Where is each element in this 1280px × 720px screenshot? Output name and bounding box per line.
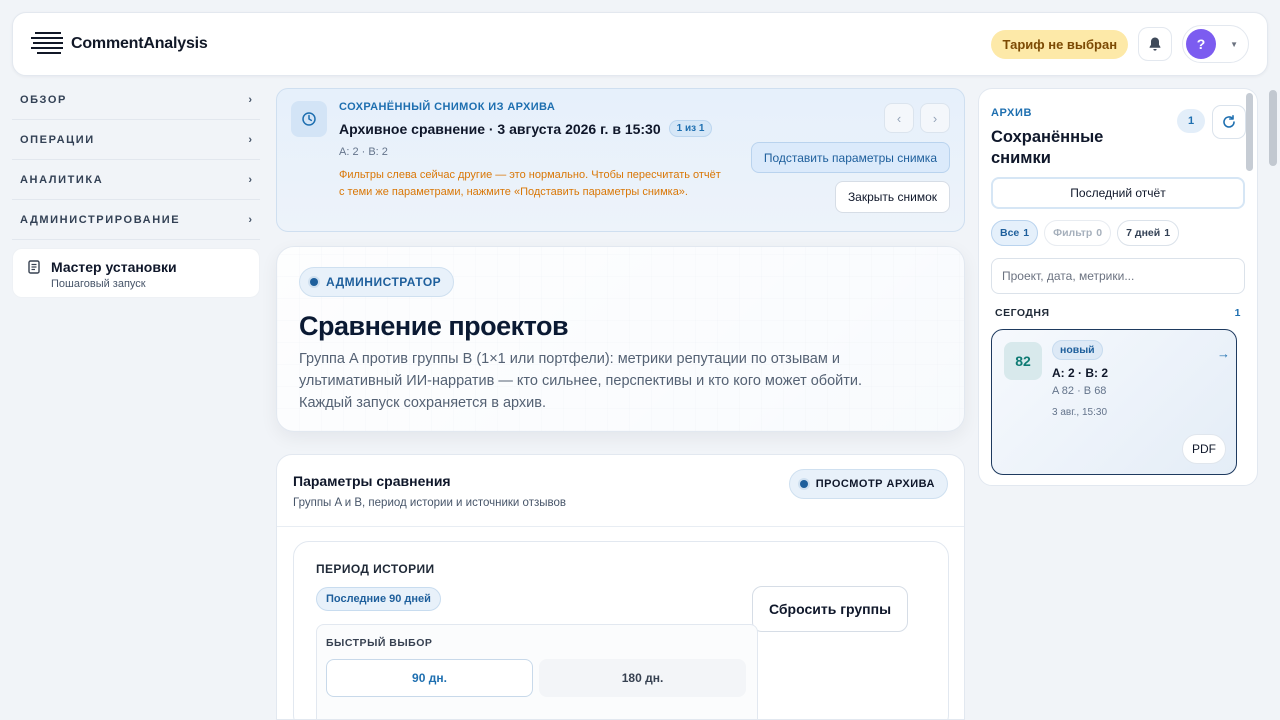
- new-badge: новый: [1052, 340, 1103, 360]
- chip-label: Все: [1000, 227, 1020, 239]
- snapshot-list-item[interactable]: 82 новый A: 2 · B: 2 A 82 · B 68 3 авг.,…: [991, 329, 1237, 475]
- close-snapshot-button[interactable]: Закрыть снимок: [834, 181, 950, 213]
- filter-chip-all[interactable]: Все 1: [991, 220, 1039, 246]
- hero-card: АДМИНИСТРАТОР Сравнение проектов Группа …: [276, 246, 965, 432]
- sidebar-item-label: АНАЛИТИКА: [20, 173, 104, 186]
- sidebar-item-administration[interactable]: АДМИНИСТРИРОВАНИЕ ›: [12, 200, 260, 240]
- filter-chip-filter[interactable]: Фильтр 0: [1044, 220, 1112, 246]
- archive-search-input[interactable]: [991, 258, 1245, 294]
- reset-groups-button[interactable]: Сбросить группы: [752, 586, 908, 632]
- snapshot-title: Архивное сравнение · 3 августа 2026 г. в…: [339, 120, 661, 137]
- logo[interactable]: CommentAnalysis: [31, 30, 208, 58]
- page-scrollbar[interactable]: [1269, 90, 1277, 166]
- archive-scrollbar[interactable]: [1246, 93, 1253, 171]
- chevron-down-icon: ▼: [1230, 39, 1238, 49]
- chip-label: Фильтр: [1053, 227, 1093, 239]
- comparison-params-card: Параметры сравнения Группы A и B, период…: [276, 454, 965, 720]
- period-value-badge: Последние 90 дней: [316, 587, 441, 611]
- snapshot-next-button[interactable]: ›: [920, 103, 950, 133]
- document-icon: [28, 260, 40, 274]
- snapshot-banner: СОХРАНЁННЫЙ СНИМОК ИЗ АРХИВА Архивное ср…: [276, 88, 965, 232]
- snapshot-prev-button[interactable]: ‹: [884, 103, 914, 133]
- setup-wizard-link[interactable]: Мастер установки Пошаговый запуск: [12, 248, 260, 298]
- sidebar-item-operations[interactable]: ОПЕРАЦИИ ›: [12, 120, 260, 160]
- chip-count: 1: [1164, 227, 1171, 239]
- refresh-button[interactable]: [1212, 105, 1246, 139]
- snapshot-kicker: СОХРАНЁННЫЙ СНИМОК ИЗ АРХИВА: [339, 101, 556, 113]
- today-group-header: СЕГОДНЯ 1: [995, 307, 1241, 319]
- role-label: АДМИНИСТРАТОР: [326, 275, 442, 289]
- today-count: 1: [1234, 307, 1241, 319]
- chip-count: 1: [1023, 227, 1030, 239]
- arrow-right-icon[interactable]: →: [1217, 346, 1230, 361]
- card-date: 3 авг., 15:30: [1052, 407, 1107, 418]
- quick-select-title: БЫСТРЫЙ ВЫБОР: [326, 637, 433, 649]
- sidebar-item-analytics[interactable]: АНАЛИТИКА ›: [12, 160, 260, 200]
- notifications-button[interactable]: [1138, 27, 1173, 61]
- chip-count: 0: [1096, 227, 1103, 239]
- sidebar: ОБЗОР › ОПЕРАЦИИ › АНАЛИТИКА › АДМИНИСТР…: [12, 80, 260, 298]
- archive-kicker: АРХИВ: [991, 107, 1033, 119]
- dot-icon: [310, 278, 318, 286]
- sidebar-item-label: ОБЗОР: [20, 93, 67, 106]
- avatar: ?: [1186, 29, 1217, 59]
- tariff-badge[interactable]: Тариф не выбран: [991, 29, 1129, 59]
- card-scores: A 82 · B 68: [1052, 385, 1107, 397]
- page-description: Группа A против группы B (1×1 или портфе…: [299, 351, 863, 411]
- logo-icon: [31, 30, 63, 58]
- sidebar-item-label: АДМИНИСТРИРОВАНИЕ: [20, 213, 181, 226]
- role-badge: АДМИНИСТРАТОР: [299, 267, 455, 297]
- quick-select-group: БЫСТРЫЙ ВЫБОР 90 дн. 180 дн.: [316, 624, 758, 719]
- page-title: Сравнение проектов: [299, 311, 569, 341]
- archive-count-badge: 1: [1177, 109, 1205, 133]
- brand-name: CommentAnalysis: [71, 35, 208, 52]
- score-badge: 82: [1004, 342, 1042, 380]
- chevron-right-icon: ›: [248, 133, 252, 146]
- refresh-icon: [1223, 115, 1235, 128]
- wizard-title: Мастер установки: [51, 259, 177, 275]
- filter-chip-7-days[interactable]: 7 дней 1: [1117, 220, 1180, 246]
- chevron-right-icon: ›: [248, 93, 252, 106]
- archive-title: Сохранённые снимки: [991, 128, 1104, 167]
- quick-option-90[interactable]: 90 дн.: [326, 659, 533, 697]
- archive-view-label: ПРОСМОТР АРХИВА: [815, 478, 935, 490]
- bell-icon: [1149, 37, 1161, 51]
- quick-option-180[interactable]: 180 дн.: [539, 659, 746, 697]
- chevron-right-icon: ›: [248, 213, 252, 226]
- snapshot-counter: 1 из 1: [668, 120, 713, 137]
- snapshot-warning: Фильтры слева сейчас другие — это нормал…: [339, 169, 721, 198]
- clock-icon: [291, 101, 327, 137]
- dot-icon: [799, 480, 808, 488]
- user-menu[interactable]: ? ▼: [1182, 25, 1249, 63]
- wizard-subtitle: Пошаговый запуск: [51, 278, 146, 290]
- sidebar-item-label: ОПЕРАЦИИ: [20, 133, 95, 146]
- top-header: CommentAnalysis Тариф не выбран ? ▼: [12, 12, 1268, 76]
- pdf-button[interactable]: PDF: [1182, 434, 1226, 464]
- chevron-right-icon: ›: [248, 173, 252, 186]
- history-period-section: ПЕРИОД ИСТОРИИ Последние 90 дней Сбросит…: [293, 541, 949, 719]
- chip-label: 7 дней: [1126, 227, 1161, 239]
- archive-panel: АРХИВ Сохранённые снимки 1 Последний отч…: [978, 88, 1258, 486]
- today-label: СЕГОДНЯ: [995, 307, 1050, 319]
- sidebar-item-overview[interactable]: ОБЗОР ›: [12, 80, 260, 120]
- snapshot-groups: A: 2 · B: 2: [339, 146, 388, 158]
- card-groups: A: 2 · B: 2: [1052, 366, 1109, 380]
- last-report-button[interactable]: Последний отчёт: [991, 177, 1245, 209]
- period-title: ПЕРИОД ИСТОРИИ: [316, 562, 435, 576]
- archive-view-badge: ПРОСМОТР АРХИВА: [788, 469, 948, 499]
- apply-snapshot-params-button[interactable]: Подставить параметры снимка: [750, 142, 950, 173]
